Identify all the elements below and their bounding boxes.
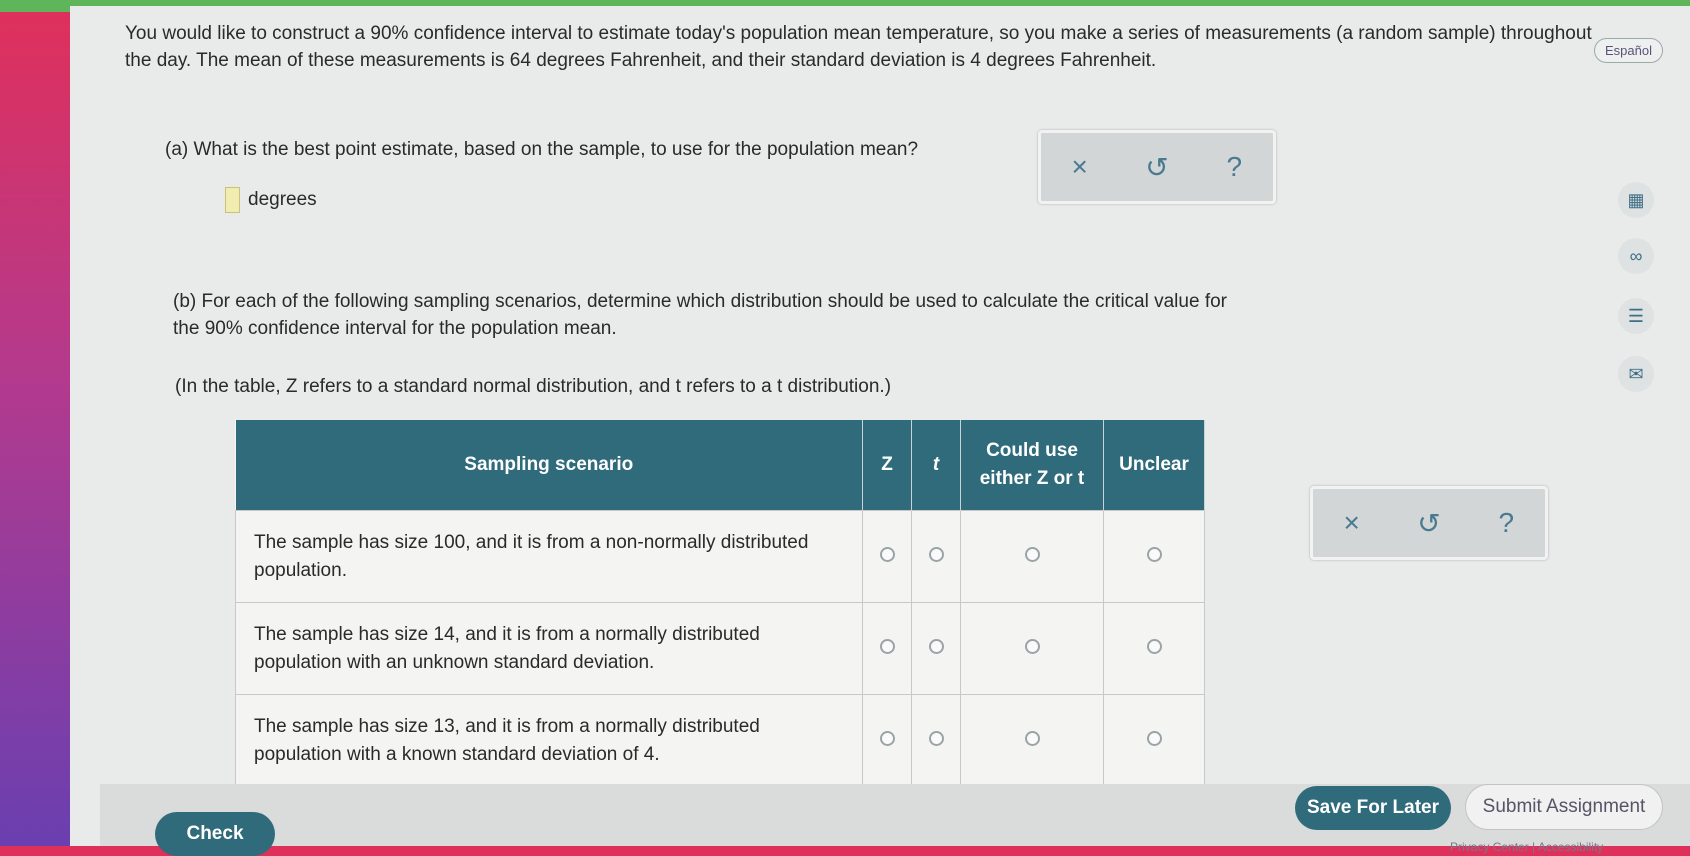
unit-label: degrees <box>248 189 317 210</box>
table-row: The sample has size 13, and it is from a… <box>235 694 1205 787</box>
column-header: Sampling scenario <box>235 420 863 511</box>
undo-icon[interactable]: ↺ <box>1137 151 1177 184</box>
question-prompt: You would like to construct a 90% confid… <box>125 23 1592 71</box>
radio-either[interactable] <box>1024 546 1040 562</box>
part-b-question: (b) For each of the following sampling s… <box>173 291 1227 339</box>
part-a-toolbar: × ↺ ? <box>1038 130 1276 204</box>
radio-unclear[interactable] <box>1146 638 1162 654</box>
calculator-icon[interactable]: ▦ <box>1618 182 1654 218</box>
radio-unclear[interactable] <box>1146 730 1162 746</box>
table-row: The sample has size 14, and it is from a… <box>235 602 1205 695</box>
column-header: t <box>911 420 961 511</box>
radio-either[interactable] <box>1024 730 1040 746</box>
footer-bar <box>100 784 1690 846</box>
radio-t[interactable] <box>928 730 944 746</box>
clear-icon[interactable]: × <box>1332 507 1372 539</box>
column-header: Could use either Z or t <box>960 420 1104 511</box>
save-for-later-button[interactable]: Save For Later <box>1295 786 1451 830</box>
scenario-text: The sample has size 14, and it is from a… <box>235 602 863 695</box>
radio-unclear[interactable] <box>1146 546 1162 562</box>
notes-icon[interactable]: ☰ <box>1618 298 1654 334</box>
point-estimate-input[interactable] <box>225 186 240 213</box>
part-b-toolbar: × ↺ ? <box>1310 486 1548 560</box>
column-header: Unclear <box>1103 420 1205 511</box>
check-button[interactable]: Check <box>155 812 275 856</box>
radio-z[interactable] <box>879 638 895 654</box>
column-header: Z <box>862 420 912 511</box>
scenario-text: The sample has size 13, and it is from a… <box>235 694 863 787</box>
help-icon[interactable]: ? <box>1214 151 1254 183</box>
help-icon[interactable]: ? <box>1486 507 1526 539</box>
radio-t[interactable] <box>928 638 944 654</box>
undo-icon[interactable]: ↺ <box>1409 507 1449 540</box>
radio-t[interactable] <box>928 546 944 562</box>
infinity-icon[interactable]: ∞ <box>1618 238 1654 274</box>
mail-icon[interactable]: ✉ <box>1618 356 1654 392</box>
radio-z[interactable] <box>879 730 895 746</box>
part-a-question: (a) What is the best point estimate, bas… <box>165 139 919 160</box>
submit-assignment-button[interactable]: Submit Assignment <box>1465 784 1663 830</box>
question-panel: You would like to construct a 90% confid… <box>70 6 1690 856</box>
privacy-center-link[interactable]: Privacy Center <box>1450 840 1529 854</box>
radio-z[interactable] <box>879 546 895 562</box>
part-a-answer-row: degrees <box>225 186 317 213</box>
table-row: The sample has size 100, and it is from … <box>235 510 1205 603</box>
footer-links: Privacy Center | Accessibility <box>1450 840 1604 854</box>
part-b-note: (In the table, Z refers to a standard no… <box>175 376 892 397</box>
scenario-table: Sampling scenario Z t Could use either Z… <box>235 420 1205 787</box>
table-header-row: Sampling scenario Z t Could use either Z… <box>235 420 1205 511</box>
language-toggle-button[interactable]: Español <box>1594 38 1663 63</box>
accessibility-link[interactable]: Accessibility <box>1538 840 1603 854</box>
radio-either[interactable] <box>1024 638 1040 654</box>
clear-icon[interactable]: × <box>1060 151 1100 183</box>
scenario-text: The sample has size 100, and it is from … <box>235 510 863 603</box>
